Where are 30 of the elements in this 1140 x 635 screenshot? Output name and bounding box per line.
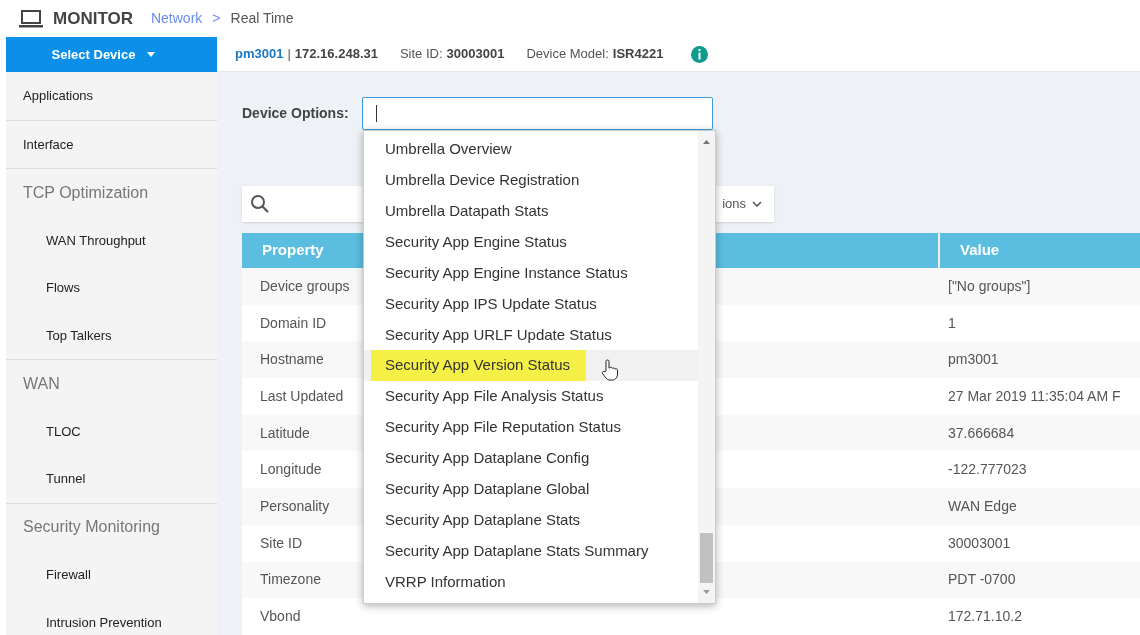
table-cell-text: Site ID [260, 533, 302, 553]
table-cell-text: Timezone [260, 570, 321, 590]
table-cell-text: 30003001 [948, 533, 1011, 553]
table-cell-text: 27 Mar 2019 11:35:04 AM F [948, 386, 1121, 406]
breadcrumb-current: Real Time [230, 9, 294, 28]
table-cell-text: -122.777023 [948, 460, 1027, 480]
device-model-label: Device Model: [526, 45, 609, 64]
breadcrumb-separator: > [212, 9, 221, 28]
table-cell-text: 37.666684 [948, 423, 1015, 443]
site-id-label: Site ID: [399, 45, 443, 64]
device-separator: | [287, 45, 291, 64]
device-options-label: Device Options: [242, 103, 350, 123]
table-cell-text: ["No groups"] [948, 276, 1031, 296]
table-cell-text: 1 [948, 313, 956, 333]
page-title: MONITOR [53, 7, 133, 30]
table-cell-text: PDT -0700 [948, 570, 1016, 590]
device-ip: 172.16.248.31 [294, 45, 378, 64]
table-cell-text: Last Updated [260, 386, 344, 406]
table-cell-text: Latitude [260, 423, 310, 443]
table-cell-text: Personality [260, 496, 330, 516]
table-cell-text: Domain ID [260, 313, 327, 333]
site-id-value: 30003001 [446, 45, 505, 64]
table-cell-text: Vbond [260, 607, 301, 627]
table-cell-text: 172.71.10.2 [948, 607, 1022, 627]
table-cell-text: pm3001 [948, 350, 999, 370]
table-cell-text: Hostname [260, 350, 324, 370]
device-model-value: ISR4221 [612, 45, 664, 64]
table-cell-text: Device groups [260, 276, 350, 296]
table-cell-text: WAN Edge [948, 496, 1017, 516]
table-cell-text: Longitude [260, 460, 322, 480]
